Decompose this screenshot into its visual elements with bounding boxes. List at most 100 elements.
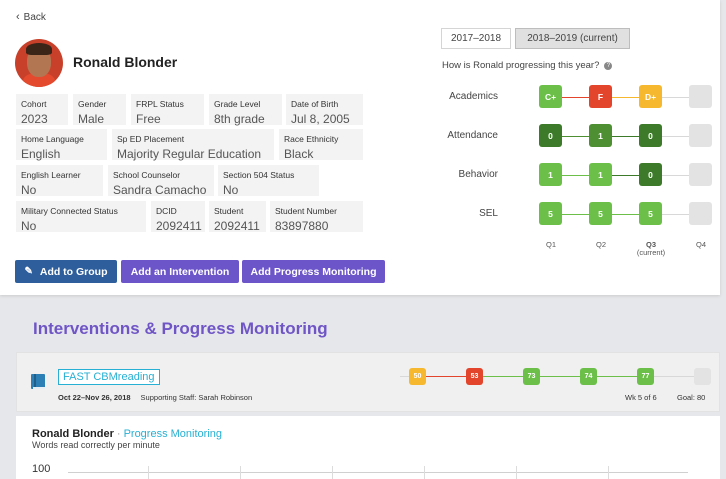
chart-ytick-100: 100 <box>32 463 51 475</box>
field-value: Free <box>136 112 161 126</box>
chart-vgrid <box>424 466 425 479</box>
chart-title-separator: · <box>116 428 121 440</box>
metric-chip-academics-q4[interactable] <box>689 85 712 108</box>
field-value: 2092411 <box>214 219 260 233</box>
chart-title: Ronald Blonder · Progress Monitoring <box>32 428 222 440</box>
field-date-of-birth: Date of Birth Jul 8, 2005 <box>286 94 363 126</box>
field-label: Home Language <box>21 134 84 144</box>
progress-question-text: How is Ronald progressing this year? <box>442 60 600 71</box>
section-title: Interventions & Progress Monitoring <box>33 319 328 338</box>
field-english-learner: English Learner No <box>16 165 103 197</box>
field-race-ethnicity: Race Ethnicity Black <box>279 129 363 161</box>
field-value: No <box>223 183 239 197</box>
intervention-staff: Supporting Staff: Sarah Robinson <box>140 393 253 402</box>
year-tab-2017[interactable]: 2017–2018 <box>441 28 511 49</box>
field-home-language: Home Language English <box>16 129 107 161</box>
field-label: English Learner <box>21 170 81 180</box>
metric-label-academics: Academics <box>449 91 498 102</box>
metric-chip-sel-q1[interactable]: 5 <box>539 202 562 225</box>
goal-indicator: Goal: 80 <box>677 393 706 402</box>
field-value: 8th grade <box>214 112 265 126</box>
field-value: Male <box>78 112 105 126</box>
field-label: FRPL Status <box>136 99 184 109</box>
chart-vgrid <box>608 466 609 479</box>
metric-label-sel: SEL <box>479 208 498 219</box>
chevron-left-icon: ‹ <box>16 11 20 23</box>
year-tab-2018-current[interactable]: 2018–2019 (current) <box>515 28 630 49</box>
field-value: Sandra Camacho <box>113 183 207 197</box>
field-section-504: Section 504 Status No <box>218 165 319 197</box>
metric-chip-sel-q4[interactable] <box>689 202 712 225</box>
metric-chip-attendance-q1[interactable]: 0 <box>539 124 562 147</box>
field-label: Gender <box>78 99 107 109</box>
score-chip-week-2[interactable]: 53 <box>466 368 483 385</box>
field-value: Majority Regular Education <box>117 147 262 161</box>
field-label: Grade Level <box>214 99 261 109</box>
field-value: Jul 8, 2005 <box>291 112 350 126</box>
score-chip-week-3[interactable]: 73 <box>523 368 540 385</box>
chart-vgrid <box>516 466 517 479</box>
field-label: Military Connected Status <box>21 206 118 216</box>
field-school-counselor: School Counselor Sandra Camacho <box>108 165 214 197</box>
field-label: Sp ED Placement <box>117 134 185 144</box>
field-dcid: DCID 2092411 <box>151 201 205 233</box>
metric-chip-attendance-q4[interactable] <box>689 124 712 147</box>
field-cohort: Cohort 2023 <box>16 94 68 126</box>
metric-chip-academics-q3[interactable]: D+ <box>639 85 662 108</box>
field-label: Date of Birth <box>291 99 339 109</box>
field-military-connected: Military Connected Status No <box>16 201 146 233</box>
chart-student-name: Ronald Blonder <box>32 428 114 440</box>
intervention-card[interactable]: FAST CBMreading Oct 22–Nov 26, 2018 Suppo… <box>16 352 720 412</box>
metric-chip-academics-q2[interactable]: F <box>589 85 612 108</box>
chart-gridline <box>68 472 688 473</box>
field-label: Cohort <box>21 99 47 109</box>
chart-ylabel: Words read correctly per minute <box>32 440 160 450</box>
metric-chip-behavior-q4[interactable] <box>689 163 712 186</box>
field-label: Student Number <box>275 206 337 216</box>
metric-chip-behavior-q1[interactable]: 1 <box>539 163 562 186</box>
score-chip-week-1[interactable]: 50 <box>409 368 426 385</box>
chart-subtitle: Progress Monitoring <box>123 428 222 440</box>
help-icon[interactable]: ? <box>604 62 613 70</box>
metric-chip-attendance-q3[interactable]: 0 <box>639 124 662 147</box>
field-grade-level: Grade Level 8th grade <box>209 94 282 126</box>
field-value: 83897880 <box>275 219 329 233</box>
progress-chart-card: Ronald Blonder · Progress Monitoring Words… <box>16 416 720 479</box>
progress-question: How is Ronald progressing this year?? <box>442 60 613 71</box>
field-sped-placement: Sp ED Placement Majority Regular Educatio… <box>112 129 274 161</box>
student-name: Ronald Blonder <box>73 54 178 70</box>
score-chip-week-5[interactable]: 77 <box>637 368 654 385</box>
intervention-meta: Oct 22–Nov 26, 2018 Supporting Staff: Sar… <box>58 393 252 402</box>
week-indicator: Wk 5 of 6 <box>625 393 657 402</box>
quarter-label-q3: Q3 (current) <box>631 241 671 257</box>
back-label: Back <box>23 12 46 23</box>
field-value: No <box>21 183 37 197</box>
metric-chip-sel-q3[interactable]: 5 <box>639 202 662 225</box>
metric-chip-attendance-q2[interactable]: 1 <box>589 124 612 147</box>
score-chip-week-4[interactable]: 74 <box>580 368 597 385</box>
add-to-group-label: Add to Group <box>39 265 108 278</box>
chart-vgrid <box>148 466 149 479</box>
metric-chip-behavior-q3[interactable]: 0 <box>639 163 662 186</box>
field-label: School Counselor <box>113 170 181 180</box>
book-icon <box>31 374 45 389</box>
field-value: No <box>21 219 37 233</box>
metric-chip-sel-q2[interactable]: 5 <box>589 202 612 225</box>
quarter-label-q4: Q4 <box>695 240 706 249</box>
student-profile-card: ‹ Back Ronald Blonder Cohort 2023 Gender Ma… <box>0 0 720 295</box>
field-value: 2023 <box>21 112 48 126</box>
quarter-current-note: (current) <box>636 248 666 257</box>
chart-vgrid <box>332 466 333 479</box>
metric-chip-behavior-q2[interactable]: 1 <box>589 163 612 186</box>
metric-chip-academics-q1[interactable]: C+ <box>539 85 562 108</box>
intervention-name-tag[interactable]: FAST CBMreading <box>58 369 160 385</box>
add-to-group-button[interactable]: ✎ Add to Group <box>15 260 117 283</box>
add-progress-monitoring-button[interactable]: Add Progress Monitoring <box>242 260 385 283</box>
score-chip-week-6[interactable] <box>694 368 711 385</box>
pencil-icon: ✎ <box>24 266 33 277</box>
field-value: 2092411 <box>156 219 202 233</box>
field-gender: Gender Male <box>73 94 126 126</box>
intervention-dates: Oct 22–Nov 26, 2018 <box>58 393 131 402</box>
add-intervention-button[interactable]: Add an Intervention <box>121 260 239 283</box>
back-link[interactable]: ‹ Back <box>16 11 46 23</box>
